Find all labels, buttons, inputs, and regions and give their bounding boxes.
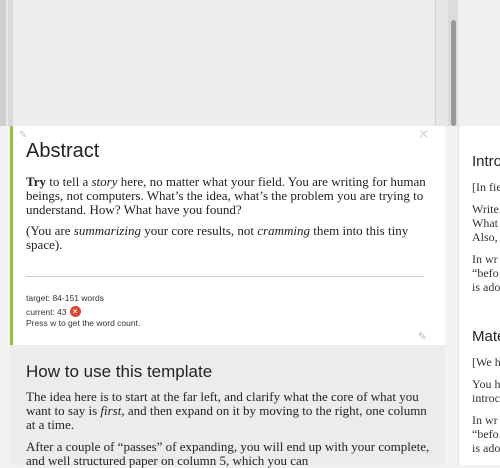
text-segment: (You are [26, 223, 74, 238]
emphasis-story: story [91, 174, 118, 189]
scrollbar-thumb[interactable] [451, 20, 456, 126]
materials-heading: Mate [472, 328, 500, 345]
text-segment: your core results, not [140, 223, 258, 238]
previous-card-panel [13, 0, 436, 126]
intro-line: is ado [472, 280, 500, 294]
howto-paragraph-2: After a couple of “passes” of expanding,… [26, 439, 430, 468]
close-icon[interactable]: × [418, 127, 429, 142]
next-column-top [458, 0, 500, 126]
abstract-paragraph-1: Try to tell a story here, no matter what… [26, 175, 431, 217]
materials-line: is ado [472, 441, 500, 455]
abstract-card[interactable]: ✎ × Abstract Try to tell a story here, n… [10, 126, 445, 345]
divider [26, 276, 424, 277]
intro-line: Write [472, 202, 499, 216]
intro-line: What [472, 216, 498, 230]
intro-bracket-text: [In fie [472, 180, 500, 194]
materials-line: introc [472, 391, 500, 405]
materials-bracket-text: [We h [472, 355, 500, 369]
edit-pencil-icon[interactable]: ✎ [418, 330, 427, 343]
column-edge [0, 0, 6, 126]
emphasis-cramming: cramming [257, 223, 310, 238]
intro-line: Also, [472, 230, 498, 244]
intro-line: “befo [472, 266, 499, 280]
intro-heading: Intro [472, 153, 500, 170]
text-segment: to tell a [45, 174, 92, 189]
emphasis-summarizing: summarizing [73, 223, 141, 238]
word-count-current: current: 43 × [26, 306, 81, 317]
intro-line: In wr [472, 252, 498, 266]
howto-paragraph-1: The idea here is to start at the far lef… [26, 390, 431, 432]
word-count-target: target: 84-151 words [26, 293, 104, 303]
materials-line: You h [472, 377, 500, 391]
howto-card[interactable]: How to use this template The idea here i… [10, 345, 445, 468]
abstract-paragraph-2: (You are summarizing your core results, … [26, 224, 431, 252]
materials-line: In wr [472, 413, 498, 427]
word-count-current-text: current: 43 [26, 306, 67, 317]
word-count-hint: Press w to get the word count. [26, 318, 141, 328]
emphasis-first: first [100, 403, 122, 418]
next-column[interactable]: Intro [In fie Write What Also, In wr “be… [458, 126, 500, 465]
error-x-icon: × [69, 306, 81, 317]
card-title: Abstract [26, 140, 100, 162]
emphasis-try: Try [26, 174, 46, 189]
materials-line: “befo [472, 427, 499, 441]
card-title: How to use this template [26, 362, 213, 381]
